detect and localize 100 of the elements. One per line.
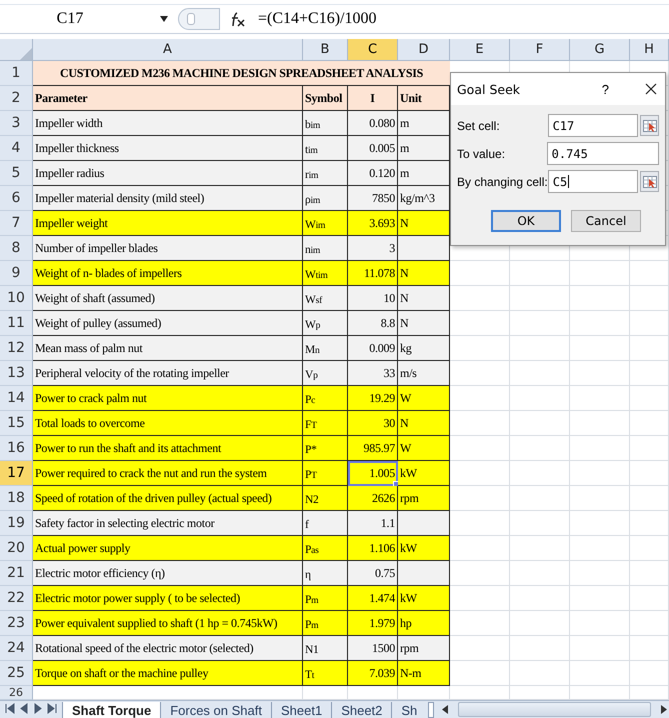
row-header[interactable]: 14 (0, 386, 33, 411)
column-header[interactable]: E (450, 39, 510, 61)
row-header[interactable]: 17 (0, 461, 33, 486)
ok-button[interactable]: OK (491, 210, 561, 232)
table-cell[interactable]: 3 (348, 236, 398, 261)
selected-cell[interactable]: 1.005 (348, 461, 398, 486)
table-cell[interactable]: Weight of n- blades of impellers (33, 261, 303, 286)
range-picker-button[interactable] (640, 171, 659, 192)
table-cell[interactable]: N (398, 261, 450, 286)
table-cell[interactable]: Impeller thickness (33, 136, 303, 161)
close-icon[interactable] (645, 83, 657, 95)
row-header[interactable]: 5 (0, 161, 33, 186)
column-header[interactable]: B (303, 39, 348, 61)
table-cell[interactable]: hp (398, 611, 450, 636)
range-picker-button[interactable] (640, 115, 660, 136)
table-cell[interactable]: Impeller weight (33, 211, 303, 236)
table-cell[interactable]: 1.106 (348, 536, 398, 561)
column-header[interactable]: F (510, 39, 570, 61)
table-cell[interactable]: Power required to crack the nut and run the system (33, 461, 303, 486)
table-cell[interactable]: P* (303, 436, 348, 461)
table-cell[interactable]: 1.979 (348, 611, 398, 636)
table-cell[interactable]: Speed of rotation of the driven pulley (actual speed) (33, 486, 303, 511)
row-header[interactable]: 10 (0, 286, 33, 311)
input-field[interactable]: C5 (548, 170, 638, 193)
input-field[interactable]: C17 (548, 114, 638, 137)
table-cell[interactable]: 1.474 (348, 586, 398, 611)
table-cell[interactable]: N1 (303, 636, 348, 661)
table-cell[interactable]: 0.120 (348, 161, 398, 186)
table-cell[interactable]: Impeller material density (mild steel) (33, 186, 303, 211)
table-cell[interactable]: Total loads to overcome (33, 411, 303, 436)
last-sheet-icon[interactable] (46, 703, 58, 714)
row-header[interactable]: 12 (0, 336, 33, 361)
table-cell[interactable]: rpm (398, 636, 450, 661)
scrollbar[interactable] (458, 702, 651, 717)
row-header[interactable]: 7 (0, 211, 33, 236)
help-button[interactable]: ? (596, 80, 615, 98)
table-cell[interactable]: W (398, 436, 450, 461)
table-cell[interactable]: Power to crack palm nut (33, 386, 303, 411)
table-cell[interactable]: kg (398, 336, 450, 361)
column-header[interactable]: A (33, 39, 303, 61)
table-cell[interactable]: 2626 (348, 486, 398, 511)
cancel-button[interactable]: Cancel (571, 210, 641, 232)
table-cell[interactable]: 0.75 (348, 561, 398, 586)
table-cell[interactable]: Torque on shaft or the machine pulley (33, 661, 303, 686)
table-cell[interactable]: Actual power supply (33, 536, 303, 561)
table-cell[interactable]: 7.039 (348, 661, 398, 686)
table-cell[interactable]: Power to run the shaft and its attachment (33, 436, 303, 461)
next-sheet-icon[interactable] (32, 703, 44, 714)
table-cell[interactable]: 1500 (348, 636, 398, 661)
row-header[interactable]: 23 (0, 611, 33, 636)
row-header[interactable]: 16 (0, 436, 33, 461)
table-cell[interactable]: 30 (348, 411, 398, 436)
row-header[interactable]: 3 (0, 111, 33, 136)
row-header[interactable]: 13 (0, 361, 33, 386)
row-header[interactable]: 25 (0, 661, 33, 686)
caret-icon[interactable] (160, 16, 168, 22)
table-cell[interactable]: 33 (348, 361, 398, 386)
table-cell[interactable]: m (398, 111, 450, 136)
row-header[interactable]: 15 (0, 411, 33, 436)
table-cell[interactable]: 7850 (348, 186, 398, 211)
row-header[interactable]: 20 (0, 536, 33, 561)
name-box[interactable]: C17 (0, 8, 160, 30)
table-cell[interactable]: Weight of pulley (assumed) (33, 311, 303, 336)
table-cell[interactable]: Power equivalent supplied to shaft (1 hp = 0.745kW) (33, 611, 303, 636)
row-header[interactable]: 6 (0, 186, 33, 211)
row-header[interactable]: 2 (0, 86, 33, 111)
table-cell[interactable]: 985.97 (348, 436, 398, 461)
row-header[interactable]: 8 (0, 236, 33, 261)
table-cell[interactable]: η (303, 561, 348, 586)
row-header[interactable]: 22 (0, 586, 33, 611)
table-cell[interactable]: 1.1 (348, 511, 398, 536)
column-header[interactable]: H (630, 39, 669, 61)
table-cell[interactable]: Number of impeller blades (33, 236, 303, 261)
table-cell[interactable]: m/s (398, 361, 450, 386)
table-cell[interactable]: N2 (303, 486, 348, 511)
table-cell[interactable]: N (398, 311, 450, 336)
table-cell[interactable]: Weight of shaft (assumed) (33, 286, 303, 311)
row-header[interactable]: 11 (0, 311, 33, 336)
column-header[interactable]: C (348, 39, 398, 61)
row-header[interactable]: 4 (0, 136, 33, 161)
table-cell[interactable]: 10 (348, 286, 398, 311)
scroll-left-icon[interactable] (440, 704, 450, 715)
table-cell[interactable]: kW (398, 461, 450, 486)
table-cell[interactable]: rpm (398, 486, 450, 511)
column-header[interactable]: G (570, 39, 630, 61)
row-header[interactable]: 9 (0, 261, 33, 286)
table-cell[interactable]: 11.078 (348, 261, 398, 286)
row-header[interactable]: 1 (0, 61, 33, 86)
table-cell[interactable]: 19.29 (348, 386, 398, 411)
table-cell[interactable]: f (303, 511, 348, 536)
table-cell[interactable]: Impeller radius (33, 161, 303, 186)
table-cell[interactable]: Impeller width (33, 111, 303, 136)
table-cell[interactable]: kW (398, 536, 450, 561)
scroll-right-icon[interactable] (659, 704, 669, 715)
table-cell[interactable]: Electric motor power supply ( to be selected) (33, 586, 303, 611)
table-cell[interactable]: m (398, 136, 450, 161)
previous-sheet-icon[interactable] (18, 703, 30, 714)
table-cell[interactable]: 0.080 (348, 111, 398, 136)
table-cell[interactable]: Peripheral velocity of the rotating impeller (33, 361, 303, 386)
table-cell[interactable]: N-m (398, 661, 450, 686)
